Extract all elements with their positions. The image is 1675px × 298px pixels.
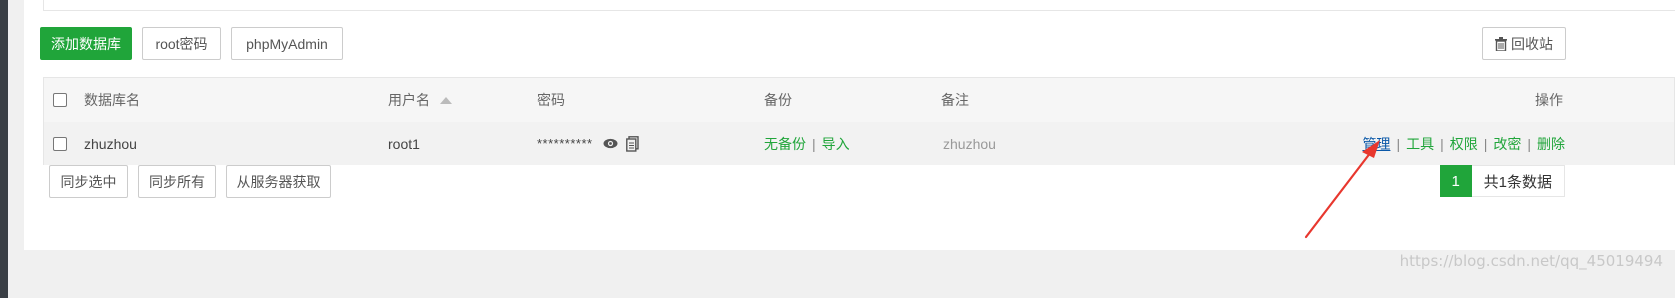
watermark: https://blog.csdn.net/qq_45019494 xyxy=(1399,252,1663,270)
